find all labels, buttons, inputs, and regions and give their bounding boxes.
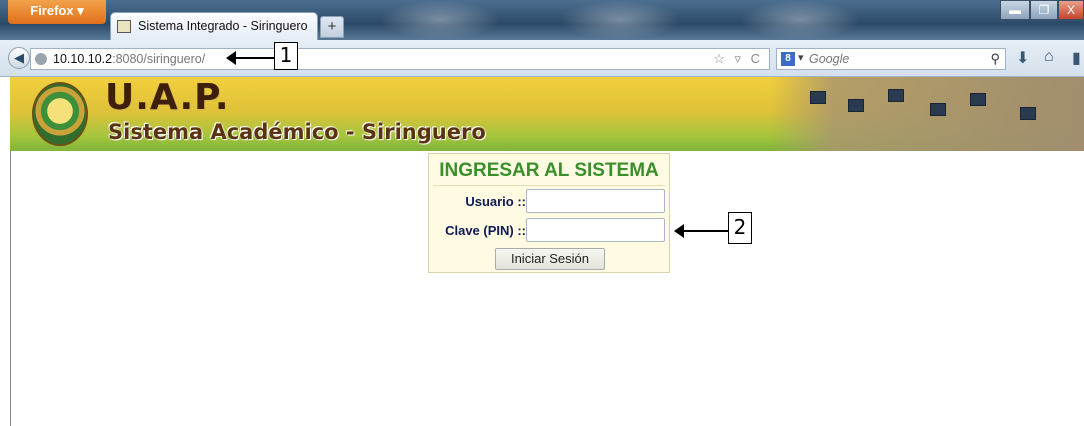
url-bar[interactable]: 10.10.10.2:8080/siringuero/ ☆ ▿ C	[30, 48, 770, 70]
close-button[interactable]: X	[1058, 0, 1084, 20]
pin-label: Clave (PIN) ::	[445, 223, 526, 238]
username-label: Usuario ::	[465, 194, 526, 209]
site-banner: U.A.P. Sistema Académico - Siringuero	[10, 77, 1084, 151]
downloads-icon[interactable]: ⬇	[1016, 48, 1029, 68]
computer-icon	[888, 89, 904, 102]
banner-classroom-photo	[770, 77, 1084, 151]
search-icon[interactable]: ⚲	[990, 51, 1000, 67]
navigation-bar: ◀ 10.10.10.2:8080/siringuero/ ☆ ▿ C 8 ▾ …	[0, 40, 1084, 77]
login-button[interactable]: Iniciar Sesión	[495, 248, 605, 270]
bookmark-reload-icons[interactable]: ☆ ▿ C	[713, 51, 763, 67]
minimize-button[interactable]: ▬	[1000, 0, 1030, 20]
search-engine-icon[interactable]: 8	[781, 52, 795, 66]
maximize-button[interactable]: ❐	[1030, 0, 1058, 20]
callout-1-label: 1	[274, 42, 298, 70]
computer-icon	[848, 99, 864, 112]
title-bar: Firefox ▾ Sistema Integrado - Siringuero…	[0, 0, 1084, 40]
titlebar-glow	[380, 0, 500, 40]
firefox-menu-button[interactable]: Firefox ▾	[8, 0, 106, 24]
tab-title: Sistema Integrado - Siringuero	[138, 19, 308, 33]
computer-icon	[930, 103, 946, 116]
back-button[interactable]: ◀	[8, 47, 30, 69]
home-icon[interactable]: ⌂	[1044, 48, 1054, 66]
computer-icon	[970, 93, 986, 106]
username-field[interactable]	[526, 189, 665, 213]
url-text[interactable]: 10.10.10.2:8080/siringuero/	[53, 52, 205, 66]
back-arrow-icon: ◀	[14, 50, 24, 65]
titlebar-glow	[560, 0, 680, 40]
computer-icon	[810, 91, 826, 104]
callout-1-arrow	[226, 51, 274, 65]
search-bar[interactable]: 8 ▾ Google ⚲	[776, 48, 1006, 70]
login-heading: INGRESAR AL SISTEMA	[433, 157, 665, 186]
search-placeholder: Google	[809, 52, 850, 66]
pin-field[interactable]	[526, 218, 665, 242]
university-emblem-icon	[32, 82, 88, 146]
callout-2-label: 2	[728, 212, 752, 244]
site-identity-icon[interactable]	[35, 53, 47, 65]
menu-icon[interactable]: ▮	[1072, 48, 1081, 68]
url-path: :8080/siringuero/	[112, 52, 206, 66]
site-title: U.A.P.	[105, 77, 230, 118]
tab-favicon-icon	[117, 20, 131, 33]
callout-2-arrow	[674, 224, 728, 238]
site-subtitle: Sistema Académico - Siringuero	[108, 120, 486, 144]
window-controls: ▬ ❐ X	[1000, 0, 1084, 22]
new-tab-button[interactable]: +	[320, 16, 344, 38]
search-engine-dropdown-icon[interactable]: ▾	[798, 51, 804, 64]
url-host: 10.10.10.2	[53, 52, 113, 66]
computer-icon	[1020, 107, 1036, 120]
titlebar-glow	[740, 0, 860, 40]
login-panel: INGRESAR AL SISTEMA Usuario :: Clave (PI…	[428, 153, 670, 273]
tab-sistema-integrado[interactable]: Sistema Integrado - Siringuero	[110, 12, 318, 40]
